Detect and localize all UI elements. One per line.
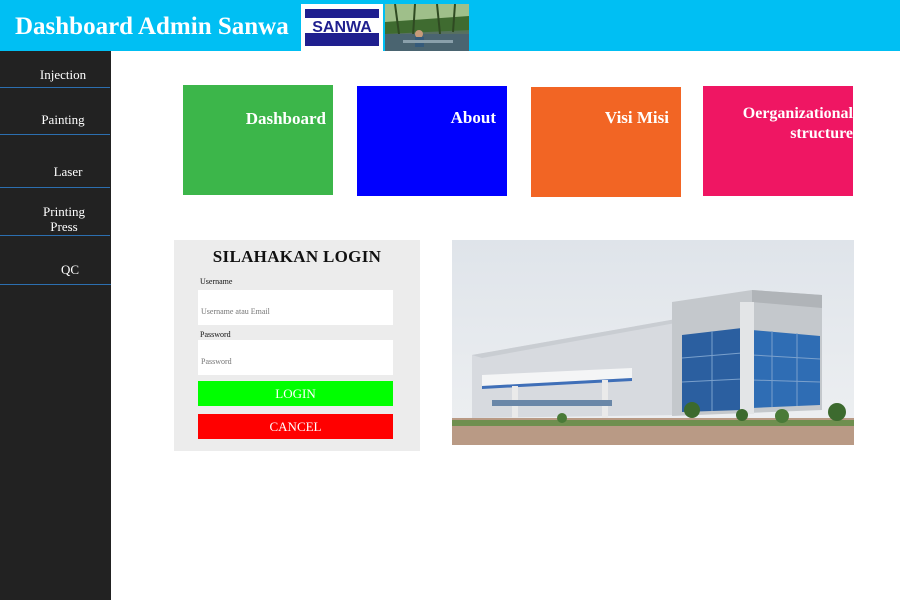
cancel-button[interactable]: CANCEL — [198, 414, 393, 439]
sidebar-item-printing-press[interactable]: Printing Press — [0, 188, 110, 236]
login-panel: SILAHAKAN LOGIN Username Password LOGIN … — [174, 240, 420, 451]
building-photo — [452, 240, 854, 445]
sidebar-item-qc[interactable]: QC — [0, 236, 111, 285]
sidebar-item-label: Injection — [39, 67, 87, 82]
logo-text: SANWA — [305, 16, 379, 36]
sidebar-item-laser[interactable]: Laser — [0, 135, 110, 188]
login-title: SILAHAKAN LOGIN — [212, 247, 382, 266]
header-bar: Dashboard Admin Sanwa SANWA — [0, 0, 900, 51]
tile-label: Visi Misi — [604, 108, 669, 127]
tile-organizational-structure[interactable]: Oerganizational structure — [703, 86, 853, 196]
sidebar-item-painting[interactable]: Painting — [0, 88, 110, 135]
sidebar-item-label: Printing Press — [43, 204, 85, 234]
tile-label: Dashboard — [245, 109, 326, 128]
header-photo — [385, 4, 469, 51]
tile-about[interactable]: About — [357, 86, 507, 196]
tile-dashboard[interactable]: Dashboard — [183, 85, 333, 195]
username-label: Username — [200, 277, 233, 286]
password-input[interactable] — [198, 340, 393, 375]
sidebar: Injection Painting Laser Printing Press … — [0, 51, 111, 600]
password-label: Password — [200, 330, 231, 339]
tile-visi-misi[interactable]: Visi Misi — [531, 87, 681, 197]
username-input[interactable] — [198, 290, 393, 325]
sidebar-item-label: Painting — [41, 112, 85, 127]
sidebar-item-label: QC — [60, 262, 80, 277]
tile-label: Oerganizational structure — [742, 105, 853, 142]
sidebar-item-injection[interactable]: Injection — [0, 51, 110, 88]
page-title: Dashboard Admin Sanwa — [15, 13, 289, 40]
sanwa-logo: SANWA — [301, 4, 383, 51]
sidebar-item-label: Laser — [53, 164, 83, 179]
tile-label: About — [450, 108, 496, 127]
login-button[interactable]: LOGIN — [198, 381, 393, 406]
